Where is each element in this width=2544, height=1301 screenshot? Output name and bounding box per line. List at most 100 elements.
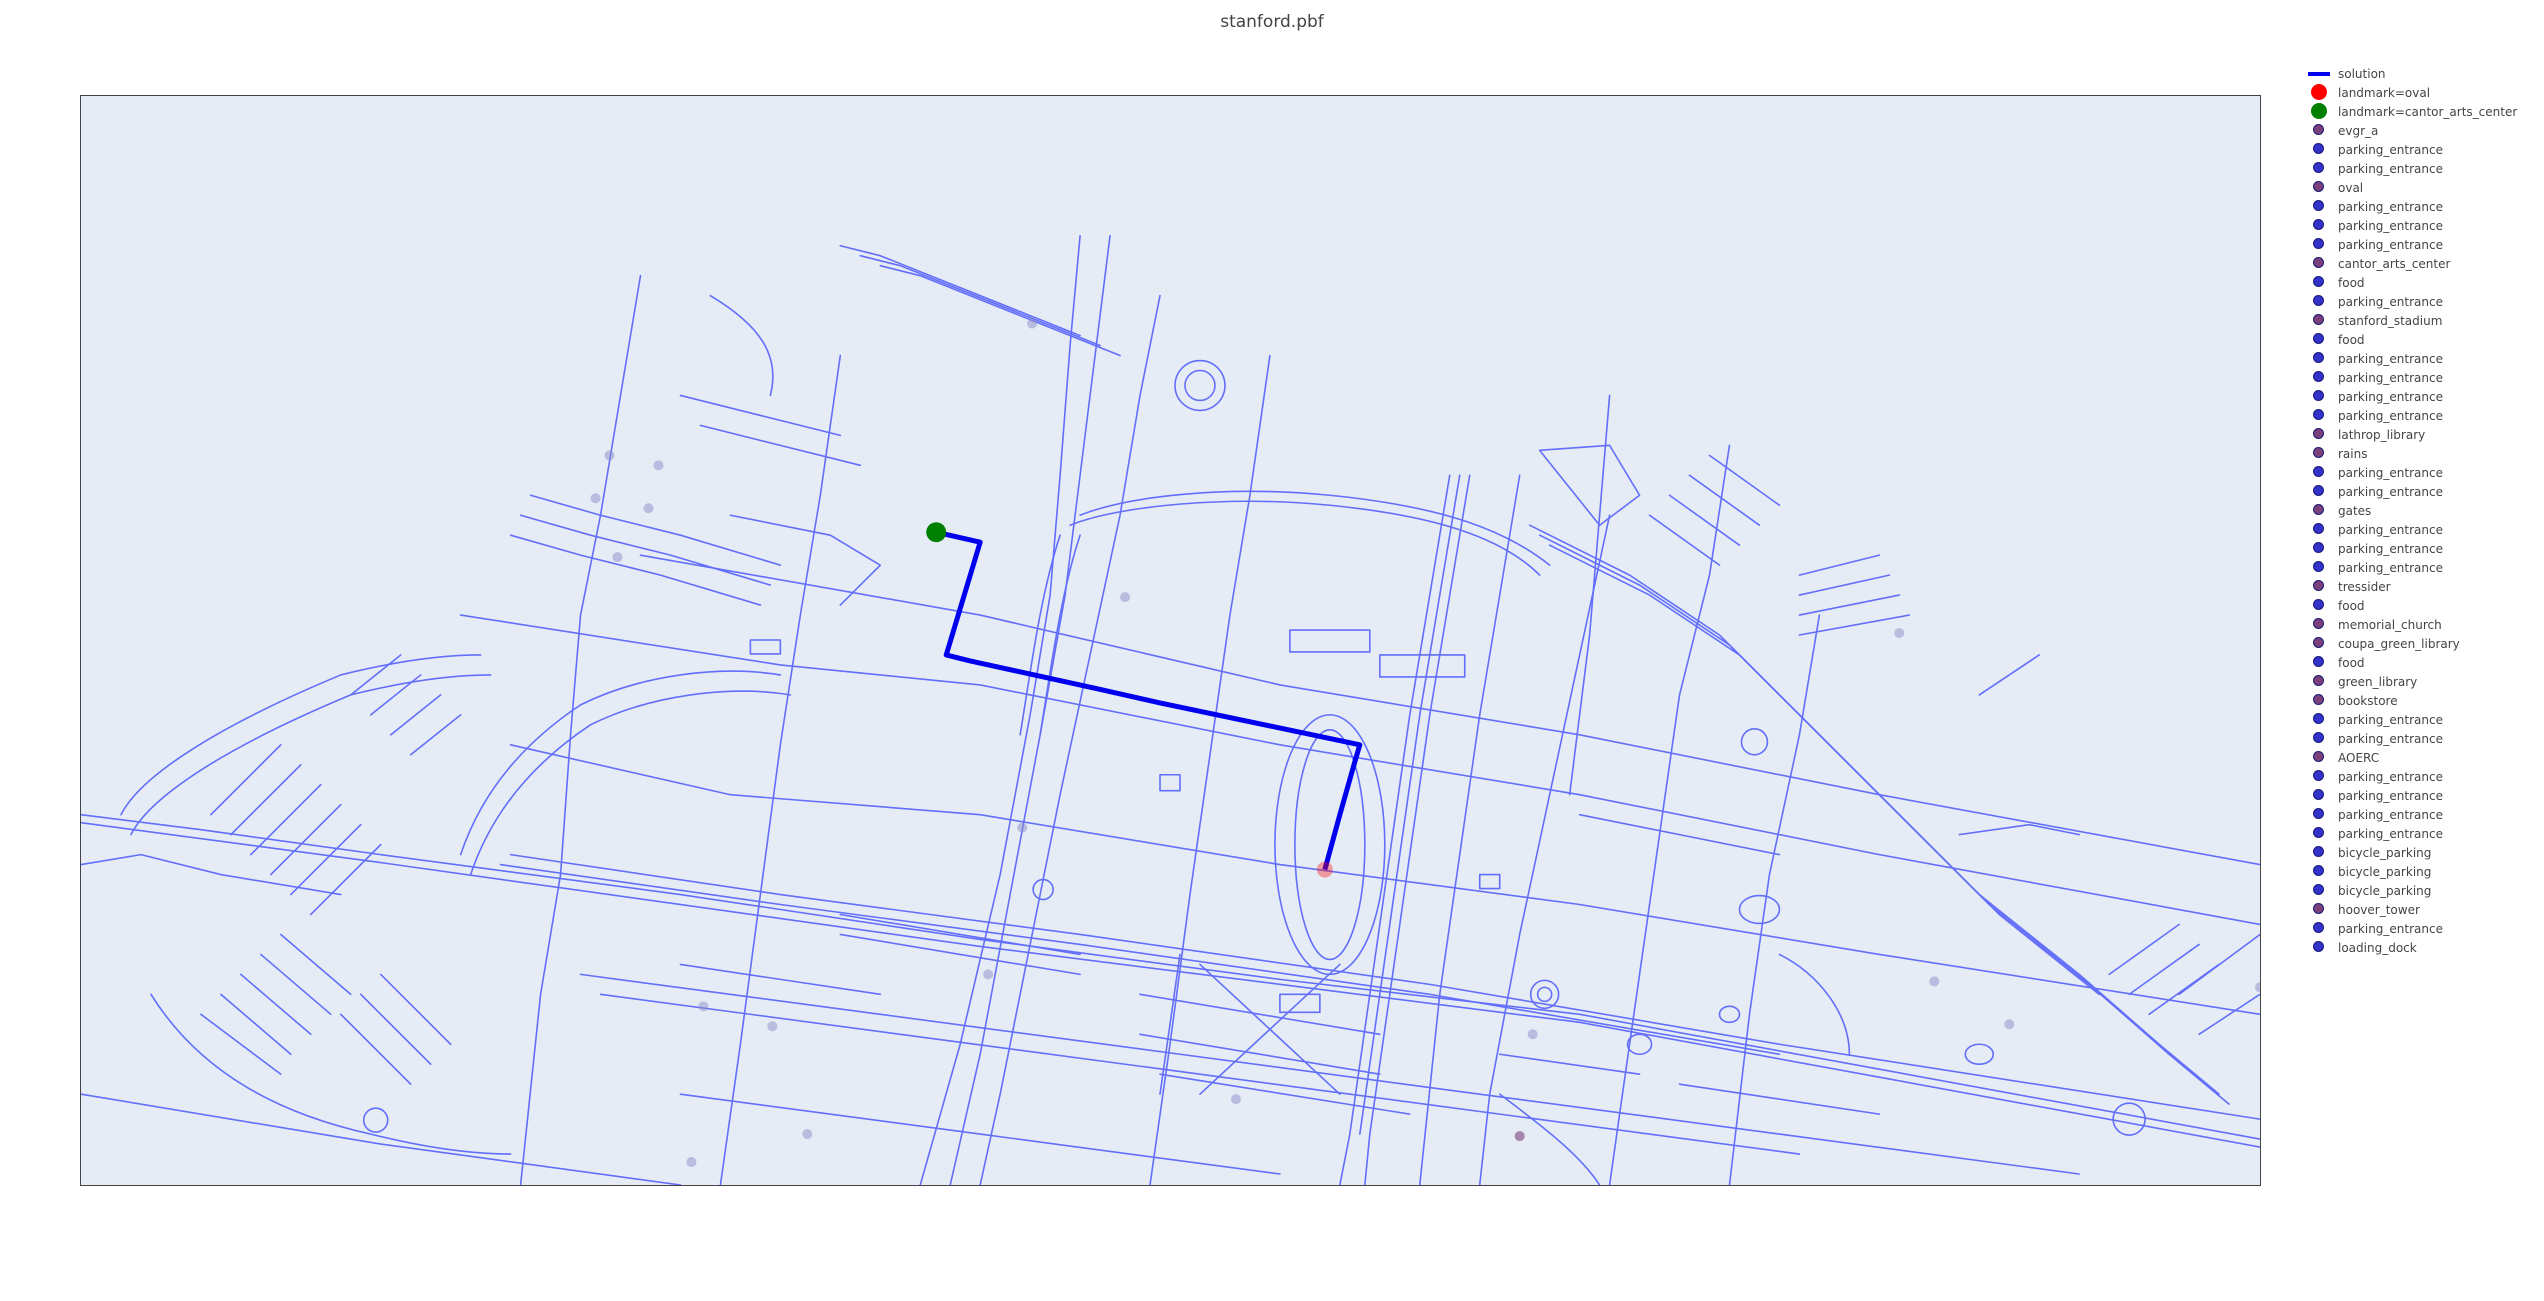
legend-item-label: tressider: [2338, 579, 2391, 594]
building: [1159, 773, 1181, 792]
road: [459, 670, 782, 856]
legend-item[interactable]: parking_entrance: [2308, 482, 2538, 501]
legend-dot-swatch: [2308, 615, 2330, 634]
road: [1958, 823, 2080, 836]
legend-item-label: parking_entrance: [2338, 522, 2443, 537]
legend-item-label: landmark=cantor_arts_center: [2338, 104, 2518, 119]
legend-dot-swatch: [2308, 197, 2330, 216]
road: [200, 933, 352, 1076]
road: [1339, 474, 1451, 1185]
legend-item[interactable]: bicycle_parking: [2308, 881, 2538, 900]
legend-item[interactable]: parking_entrance: [2308, 235, 2538, 254]
legend-item[interactable]: evgr_a: [2308, 121, 2538, 140]
goal-marker-oval[interactable]: [1316, 861, 1333, 878]
legend-item-label: hoover_tower: [2338, 902, 2420, 917]
legend-dot-swatch: [2308, 463, 2330, 482]
map-plot-area[interactable]: [80, 95, 2261, 1186]
legend-item-label: parking_entrance: [2338, 199, 2443, 214]
legend-item-label: parking_entrance: [2338, 237, 2443, 252]
legend-item[interactable]: parking_entrance: [2308, 406, 2538, 425]
legend-dot-swatch: [2308, 444, 2330, 463]
poi-marker: [653, 460, 664, 471]
legend-item[interactable]: bicycle_parking: [2308, 843, 2538, 862]
legend-item[interactable]: AOERC: [2308, 748, 2538, 767]
road-network-map[interactable]: [81, 96, 2260, 1185]
legend-item[interactable]: loading_dock: [2308, 938, 2538, 957]
poi-marker: [2004, 1019, 2015, 1030]
legend-item-label: food: [2338, 655, 2365, 670]
legend-item[interactable]: parking_entrance: [2308, 919, 2538, 938]
legend-item[interactable]: landmark=oval: [2308, 83, 2538, 102]
legend-item[interactable]: parking_entrance: [2308, 292, 2538, 311]
legend-item[interactable]: landmark=cantor_arts_center: [2308, 102, 2538, 121]
legend-item[interactable]: parking_entrance: [2308, 159, 2538, 178]
legend: solution landmark=oval landmark=cantor_art…: [2308, 64, 2538, 957]
legend-item[interactable]: coupa_green_library: [2308, 634, 2538, 653]
legend-item[interactable]: parking_entrance: [2308, 387, 2538, 406]
legend-item[interactable]: parking_entrance: [2308, 824, 2538, 843]
legend-item[interactable]: solution: [2308, 64, 2538, 83]
legend-item[interactable]: rains: [2308, 444, 2538, 463]
road: [1538, 444, 1641, 527]
building: [1379, 654, 1466, 678]
legend-dot-swatch: [2308, 482, 2330, 501]
road: [1069, 500, 1541, 576]
legend-item[interactable]: parking_entrance: [2308, 349, 2538, 368]
road: [1678, 1083, 1881, 1115]
legend-item[interactable]: oval: [2308, 178, 2538, 197]
road: [509, 853, 2260, 1120]
legend-item[interactable]: hoover_tower: [2308, 900, 2538, 919]
legend-item[interactable]: parking_entrance: [2308, 140, 2538, 159]
legend-item[interactable]: parking_entrance: [2308, 805, 2538, 824]
legend-item[interactable]: lathrop_library: [2308, 425, 2538, 444]
legend-item[interactable]: parking_entrance: [2308, 463, 2538, 482]
legend-dot-swatch: [2308, 216, 2330, 235]
legend-item-label: coupa_green_library: [2338, 636, 2460, 651]
legend-item[interactable]: parking_entrance: [2308, 767, 2538, 786]
roundabout: [1626, 1033, 1653, 1056]
legend-item[interactable]: memorial_church: [2308, 615, 2538, 634]
road: [81, 1093, 682, 1185]
legend-item[interactable]: food: [2308, 596, 2538, 615]
legend-item[interactable]: tressider: [2308, 577, 2538, 596]
legend-item-label: parking_entrance: [2338, 921, 2443, 936]
legend-item[interactable]: food: [2308, 653, 2538, 672]
legend-item-label: parking_entrance: [2338, 484, 2443, 499]
legend-item[interactable]: bookstore: [2308, 691, 2538, 710]
legend-item[interactable]: parking_entrance: [2308, 216, 2538, 235]
legend-item[interactable]: parking_entrance: [2308, 539, 2538, 558]
legend-item[interactable]: cantor_arts_center: [2308, 254, 2538, 273]
legend-item[interactable]: gates: [2308, 501, 2538, 520]
poi-marker: [1230, 1094, 1241, 1105]
legend-item[interactable]: food: [2308, 330, 2538, 349]
legend-dot-swatch: [2308, 140, 2330, 159]
legend-item[interactable]: parking_entrance: [2308, 197, 2538, 216]
start-marker-cantor-arts-center[interactable]: [926, 522, 947, 543]
legend-item-label: solution: [2338, 66, 2386, 81]
poi-marker: [983, 969, 994, 980]
road: [599, 993, 1801, 1155]
legend-item[interactable]: parking_entrance: [2308, 786, 2538, 805]
roundabout: [1536, 986, 1553, 1003]
road: [579, 973, 2080, 1175]
legend-item[interactable]: stanford_stadium: [2308, 311, 2538, 330]
road: [1159, 953, 1181, 1095]
legend-dot-swatch: [2308, 862, 2330, 881]
legend-item[interactable]: food: [2308, 273, 2538, 292]
legend-item[interactable]: green_library: [2308, 672, 2538, 691]
legend-dot-swatch: [2308, 596, 2330, 615]
poi-marker: [1027, 318, 1038, 329]
legend-item-label: parking_entrance: [2338, 351, 2443, 366]
legend-dot-swatch: [2308, 178, 2330, 197]
legend-item[interactable]: parking_entrance: [2308, 368, 2538, 387]
legend-item[interactable]: parking_entrance: [2308, 558, 2538, 577]
legend-item-label: parking_entrance: [2338, 712, 2443, 727]
legend-item[interactable]: parking_entrance: [2308, 520, 2538, 539]
legend-item[interactable]: parking_entrance: [2308, 729, 2538, 748]
legend-dot-swatch: [2308, 767, 2330, 786]
legend-dot-swatch: [2308, 558, 2330, 577]
legend-item[interactable]: parking_entrance: [2308, 710, 2538, 729]
road: [499, 863, 1781, 1056]
legend-item-label: parking_entrance: [2338, 560, 2443, 575]
legend-item[interactable]: bicycle_parking: [2308, 862, 2538, 881]
